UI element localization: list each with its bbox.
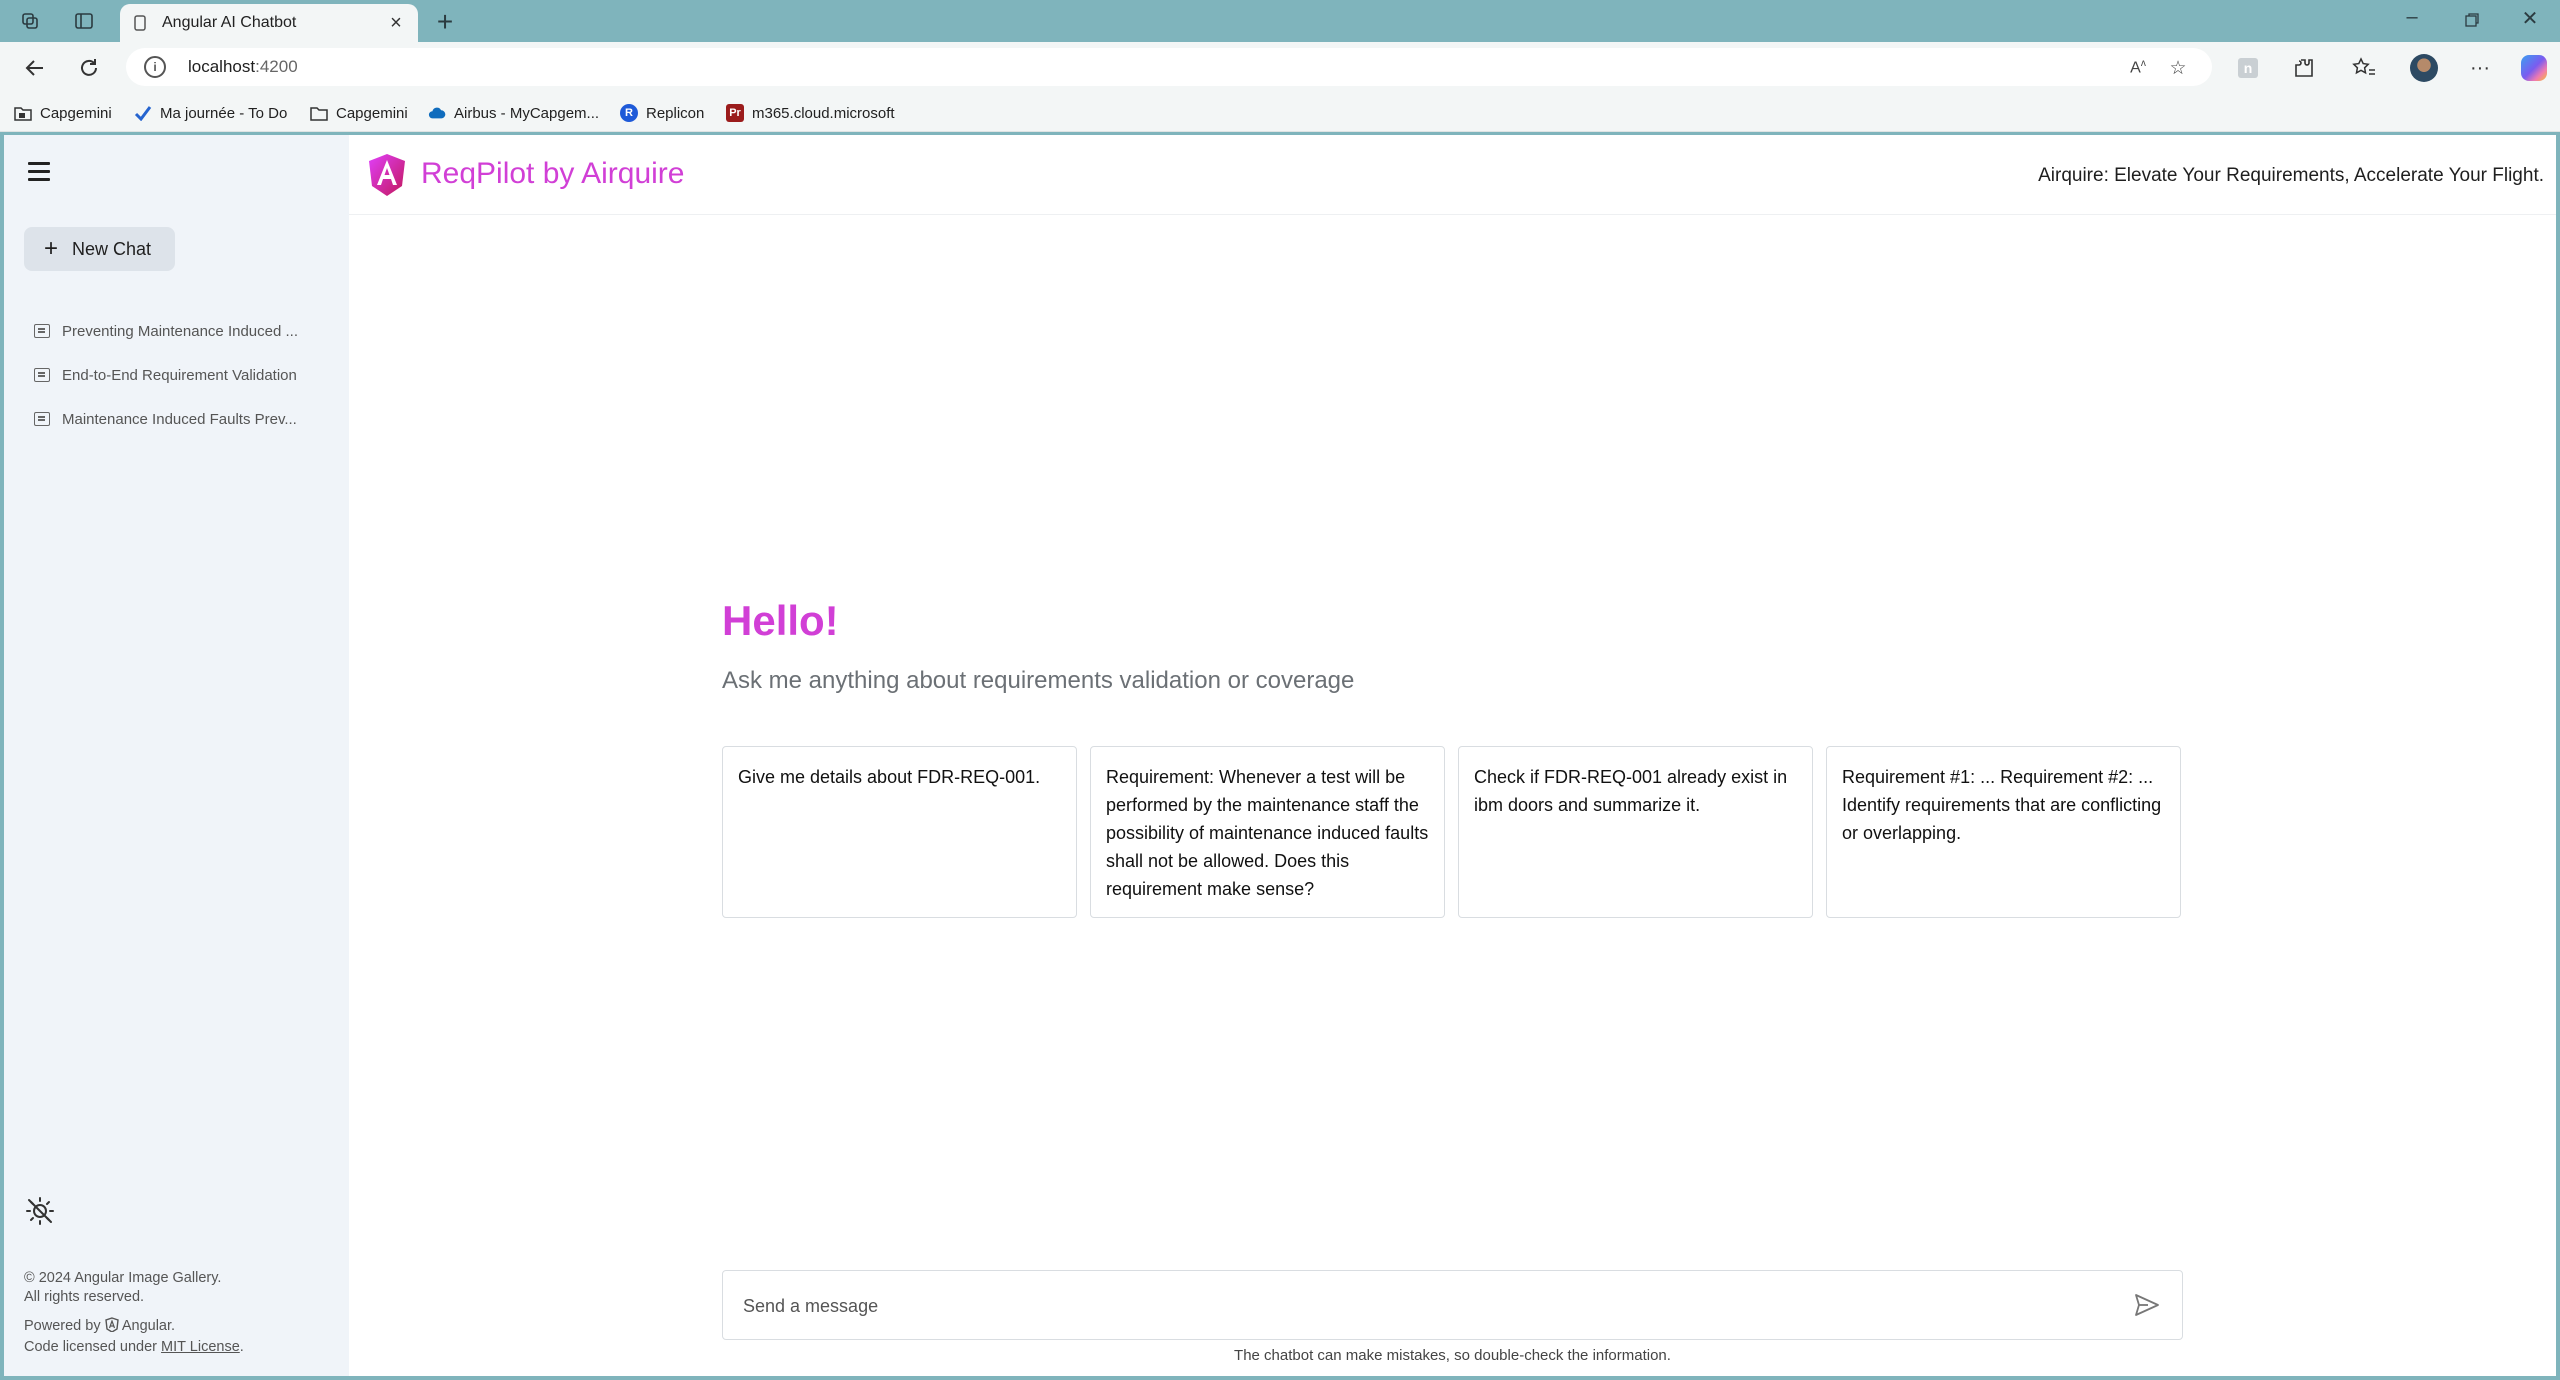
site-info-icon[interactable]: i (144, 56, 166, 78)
bookmark-item[interactable]: R Replicon (620, 102, 704, 124)
close-window-icon[interactable]: ✕ (2510, 6, 2550, 31)
favorites-icon[interactable] (2350, 54, 2378, 82)
browser-tab-bar: Angular AI Chatbot × + – ✕ (0, 0, 2560, 42)
chat-history-item[interactable]: Maintenance Induced Faults Prev... (34, 407, 297, 431)
cloud-icon (428, 104, 446, 122)
angular-small-icon (104, 1317, 119, 1338)
pr-icon: Pr (726, 104, 744, 122)
bookmarks-bar: Capgemini Ma journée - To Do Capgemini A… (0, 92, 2560, 132)
copilot-icon[interactable] (2518, 52, 2550, 84)
bookmark-item[interactable]: Airbus - MyCapgem... (428, 102, 599, 124)
chat-icon (34, 324, 50, 338)
new-tab-button[interactable]: + (430, 6, 460, 38)
app-window: + New Chat Preventing Maintenance Induce… (4, 135, 2556, 1376)
angular-logo-icon (367, 153, 407, 197)
minimize-window-icon[interactable]: – (2392, 6, 2432, 29)
bookmark-item[interactable]: Capgemini (310, 102, 408, 124)
mit-license-link[interactable]: MIT License (161, 1339, 240, 1355)
footer-powered: Powered by Angular. Code licensed under … (24, 1317, 244, 1355)
greeting: Hello! (722, 597, 839, 644)
chat-history-item[interactable]: Preventing Maintenance Induced ... (34, 319, 298, 343)
sidebar: + New Chat Preventing Maintenance Induce… (4, 135, 349, 1376)
chat-icon (34, 368, 50, 382)
main-panel: ReqPilot by Airquire Airquire: Elevate Y… (349, 135, 2556, 1376)
suggestion-card[interactable]: Requirement: Whenever a test will be per… (1090, 746, 1445, 918)
back-icon[interactable] (20, 53, 50, 83)
browser-tab-active[interactable]: Angular AI Chatbot × (120, 4, 418, 42)
tab-favicon-icon (132, 15, 148, 31)
menu-icon[interactable] (28, 157, 56, 185)
chat-icon (34, 412, 50, 426)
tab-title: Angular AI Chatbot (162, 14, 297, 31)
tab-actions-icon[interactable] (72, 9, 96, 33)
footer-copyright: © 2024 Angular Image Gallery. All rights… (24, 1270, 222, 1305)
extension-n-icon[interactable]: n (2234, 54, 2262, 82)
more-options-icon[interactable]: ··· (2466, 54, 2494, 82)
address-url: localhost:4200 (188, 57, 298, 76)
disclaimer: The chatbot can make mistakes, so double… (1234, 1347, 1671, 1364)
workspaces-icon[interactable] (18, 9, 42, 33)
brand-title: ReqPilot by Airquire (421, 157, 685, 190)
header-tagline: Airquire: Elevate Your Requirements, Acc… (2038, 165, 2544, 186)
read-aloud-icon[interactable]: Aʌ (2126, 56, 2150, 80)
close-tab-icon[interactable]: × (386, 12, 406, 35)
theme-toggle-icon[interactable] (24, 1195, 56, 1227)
message-input[interactable] (743, 1291, 2103, 1321)
suggestion-card[interactable]: Check if FDR-REQ-001 already exist in ib… (1458, 746, 1813, 918)
refresh-icon[interactable] (74, 53, 104, 83)
restore-window-icon[interactable] (2452, 6, 2492, 34)
check-icon (134, 104, 152, 122)
bookmark-item[interactable]: Capgemini (14, 102, 112, 124)
suggestion-card[interactable]: Give me details about FDR-REQ-001. (722, 746, 1077, 918)
folder-lock-icon (14, 104, 32, 122)
address-bar[interactable]: i localhost:4200 Aʌ ☆ (126, 48, 2212, 86)
chat-history-item[interactable]: End-to-End Requirement Validation (34, 363, 297, 387)
greeting-subtitle: Ask me anything about requirements valid… (722, 667, 1355, 694)
app-header: ReqPilot by Airquire Airquire: Elevate Y… (349, 135, 2556, 215)
profile-avatar[interactable] (2408, 52, 2440, 84)
browser-toolbar: i localhost:4200 Aʌ ☆ n ··· (0, 42, 2560, 92)
bookmark-item[interactable]: Ma journée - To Do (134, 102, 287, 124)
new-chat-button[interactable]: + New Chat (24, 227, 175, 271)
message-composer (722, 1270, 2183, 1340)
folder-icon (310, 104, 328, 122)
favorite-star-icon[interactable]: ☆ (2166, 56, 2190, 80)
send-icon[interactable] (2134, 1293, 2162, 1319)
suggestion-card[interactable]: Requirement #1: ... Requirement #2: ... … (1826, 746, 2181, 918)
replicon-icon: R (620, 104, 638, 122)
extensions-icon[interactable] (2290, 54, 2318, 82)
plus-icon: + (44, 235, 59, 262)
bookmark-item[interactable]: Pr m365.cloud.microsoft (726, 102, 895, 124)
